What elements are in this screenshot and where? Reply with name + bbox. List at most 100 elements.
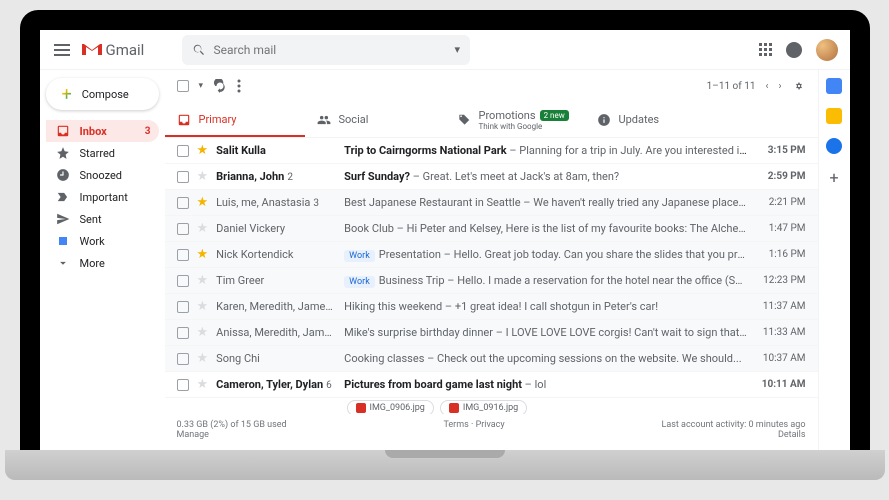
search-bar[interactable]: ▾ — [182, 35, 471, 65]
sender: Luis, me, Anastasia3 — [216, 196, 336, 209]
tag-icon — [457, 113, 471, 127]
star-icon[interactable]: ★ — [197, 299, 209, 314]
subject: Pictures from board game last night — [344, 378, 522, 391]
row-checkbox[interactable] — [177, 301, 189, 313]
refresh-icon[interactable] — [213, 79, 227, 93]
tab-updates[interactable]: Updates — [585, 102, 725, 137]
more-icon — [56, 256, 70, 270]
compose-button[interactable]: + Compose — [46, 78, 159, 110]
snippet: – lol — [522, 378, 546, 391]
details-link[interactable]: Details — [778, 430, 806, 440]
sidebar-item-important[interactable]: Important — [46, 186, 159, 208]
attachment-chip[interactable]: IMG_0916.jpg — [440, 400, 527, 414]
email-row[interactable]: ★Brianna, John2Surf Sunday? – Great. Let… — [165, 164, 818, 190]
sidebar-item-inbox[interactable]: Inbox 3 — [46, 120, 159, 142]
sidebar-item-snoozed[interactable]: Snoozed — [46, 164, 159, 186]
google-apps-icon[interactable] — [759, 43, 772, 56]
storage-text: 0.33 GB (2%) of 15 GB used — [177, 420, 287, 430]
message-line: WorkPresentation – Hello. Great job toda… — [344, 248, 747, 262]
toolbar: ▾ 1–11 of 11 ‹ › — [165, 70, 818, 102]
prev-page-icon[interactable]: ‹ — [765, 81, 768, 92]
keep-icon[interactable] — [826, 108, 842, 124]
search-icon — [192, 43, 206, 57]
email-row[interactable]: ★Karen, Meredith, James5Hiking this week… — [165, 294, 818, 320]
email-row[interactable]: ★Song ChiCooking classes – Check out the… — [165, 346, 818, 372]
sender: Tim Greer — [216, 274, 336, 287]
image-file-icon — [356, 403, 366, 413]
email-row[interactable]: ★ Nick Kortendick WorkPresentation – Hello… — [165, 242, 818, 268]
star-icon[interactable]: ★ — [197, 247, 209, 262]
tab-social[interactable]: Social — [305, 102, 445, 137]
privacy-link[interactable]: Privacy — [476, 420, 505, 430]
select-dropdown-icon[interactable]: ▾ — [199, 81, 204, 91]
star-icon[interactable]: ★ — [197, 377, 209, 392]
sidebar-item-work[interactable]: Work — [46, 230, 159, 252]
terms-link[interactable]: Terms — [443, 420, 468, 430]
star-icon[interactable]: ★ — [197, 221, 209, 236]
inbox-icon — [56, 124, 70, 138]
star-icon[interactable]: ★ — [197, 325, 209, 340]
email-row[interactable]: ★Salit KullaTrip to Cairngorms National … — [165, 138, 818, 164]
snippet: – Hello. I made a reservation for the ho… — [445, 274, 748, 287]
row-checkbox[interactable] — [177, 275, 189, 287]
gmail-logo[interactable]: Gmail — [82, 41, 172, 59]
next-page-icon[interactable]: › — [778, 81, 781, 92]
tab-label: Updates — [619, 113, 660, 126]
star-icon[interactable]: ★ — [197, 351, 209, 366]
account-avatar[interactable] — [816, 39, 838, 61]
sidebar-item-starred[interactable]: Starred — [46, 142, 159, 164]
email-list: ★Salit KullaTrip to Cairngorms National … — [165, 138, 818, 414]
sender: Nick Kortendick — [216, 248, 336, 261]
tab-primary[interactable]: Primary — [165, 102, 305, 137]
sidebar: + Compose Inbox 3 Starred Snoozed ImportantS… — [40, 70, 165, 450]
row-checkbox[interactable] — [177, 353, 189, 365]
notifications-icon[interactable] — [786, 42, 802, 58]
subject: Presentation — [379, 248, 441, 261]
sidebar-item-label: Snoozed — [80, 169, 122, 182]
compose-label: Compose — [82, 88, 129, 101]
addons-plus-icon[interactable]: + — [829, 168, 838, 187]
star-icon[interactable]: ★ — [197, 143, 209, 158]
star-icon[interactable]: ★ — [197, 169, 209, 184]
row-checkbox[interactable] — [177, 197, 189, 209]
row-checkbox[interactable] — [177, 379, 189, 391]
sidebar-item-sent[interactable]: Sent — [46, 208, 159, 230]
tasks-icon[interactable] — [826, 138, 842, 154]
calendar-icon[interactable] — [826, 78, 842, 94]
subject: Book Club — [344, 222, 394, 235]
row-checkbox[interactable] — [177, 223, 189, 235]
email-row[interactable]: ★Tim GreerWorkBusiness Trip – Hello. I m… — [165, 268, 818, 294]
settings-gear-icon[interactable] — [792, 79, 806, 93]
more-options-icon[interactable] — [237, 79, 241, 93]
snippet: – I LOVE LOVE LOVE corgis! Can't wait to… — [493, 326, 748, 339]
email-row[interactable]: ★Luis, me, Anastasia3Best Japanese Resta… — [165, 190, 818, 216]
email-row[interactable]: ★Cameron, Tyler, Dylan6Pictures from boa… — [165, 372, 818, 398]
sidebar-item-label: More — [80, 257, 105, 270]
sidebar-item-more[interactable]: More — [46, 252, 159, 274]
row-checkbox[interactable] — [177, 145, 189, 157]
sidebar-item-count: 3 — [145, 126, 151, 137]
subject: Trip to Cairngorms National Park — [344, 144, 506, 157]
sender: Anissa, Meredith, James3 — [216, 326, 336, 339]
tab-promotions[interactable]: Promotions2 newThink with Google — [445, 102, 585, 137]
header: Gmail ▾ — [40, 30, 850, 70]
subject: Cooking classes — [344, 352, 424, 365]
search-options-icon[interactable]: ▾ — [454, 43, 460, 56]
star-icon[interactable]: ★ — [197, 273, 209, 288]
time: 2:59 PM — [756, 171, 806, 182]
email-row[interactable]: ★Daniel VickeryBook Club – Hi Peter and … — [165, 216, 818, 242]
manage-link[interactable]: Manage — [177, 430, 209, 440]
select-all-checkbox[interactable] — [177, 80, 189, 92]
attachment-chip[interactable]: IMG_0906.jpg — [347, 400, 434, 414]
hamburger-menu-icon[interactable] — [52, 40, 72, 60]
search-input[interactable] — [214, 43, 447, 57]
row-checkbox[interactable] — [177, 171, 189, 183]
snippet: – Hello. Great job today. Can you share … — [441, 248, 748, 261]
clock-icon — [56, 168, 70, 182]
sidebar-item-label: Inbox — [80, 125, 107, 138]
email-row[interactable]: ★Anissa, Meredith, James3Mike's surprise… — [165, 320, 818, 346]
star-icon[interactable]: ★ — [197, 195, 209, 210]
attachment-name: IMG_0916.jpg — [463, 403, 518, 413]
row-checkbox[interactable] — [177, 249, 189, 261]
row-checkbox[interactable] — [177, 327, 189, 339]
